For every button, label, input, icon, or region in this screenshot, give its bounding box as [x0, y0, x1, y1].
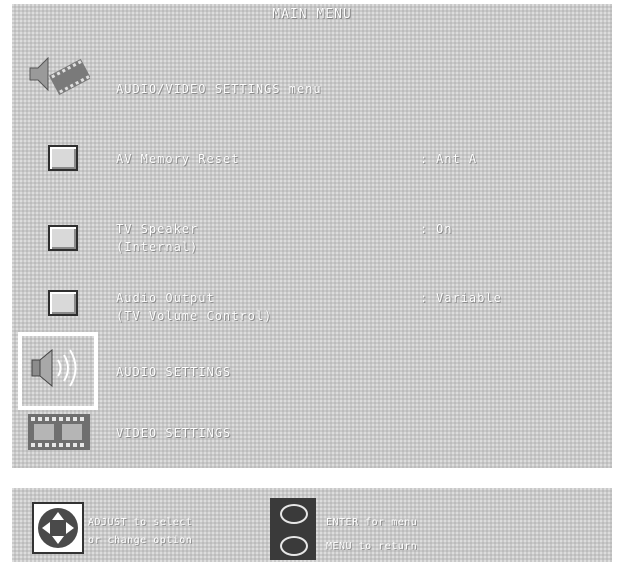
checkbox-icon[interactable] — [48, 290, 78, 316]
enter-button-icon — [280, 504, 308, 524]
menu-item-tv-speaker[interactable]: TV Speaker — [116, 220, 198, 238]
menu-button-icon — [280, 536, 308, 556]
menu-title: MAIN MENU — [272, 7, 352, 22]
checkbox-icon[interactable] — [48, 145, 78, 171]
menu-item-audio-settings[interactable]: AUDIO SETTINGS — [116, 363, 231, 381]
adjust-hint-line2: or change option — [88, 535, 193, 546]
remote-buttons-icon — [270, 498, 316, 560]
audio-output-sublabel: (TV Volume Control) — [116, 309, 273, 323]
navigation-pad-icon — [32, 502, 84, 558]
menu-item-audio-video-settings[interactable]: AUDIO/VIDEO SETTINGS menu — [116, 80, 322, 98]
menu-item-video-settings[interactable]: VIDEO SETTINGS — [116, 424, 231, 442]
av-memory-reset-value: Ant A — [436, 152, 478, 166]
adjust-hint: ADJUST to select — [88, 517, 193, 528]
speaker-icon[interactable] — [26, 342, 86, 398]
separator: : — [420, 222, 429, 236]
menu-hint: MENU to return — [326, 541, 418, 552]
main-menu-panel: MAIN MENU AUDIO/VIDEO SETTINGS menu AV M… — [12, 4, 612, 468]
separator: : — [420, 291, 429, 305]
audio-output-value: Variable — [436, 291, 502, 305]
film-icon — [26, 410, 92, 458]
checkbox-icon[interactable] — [48, 225, 78, 251]
separator: : — [420, 152, 429, 166]
menu-item-av-memory-reset[interactable]: AV Memory Reset — [116, 150, 239, 168]
tv-speaker-value: On — [436, 222, 453, 236]
audio-video-icon — [26, 52, 92, 100]
menu-item-audio-output[interactable]: Audio Output — [116, 289, 215, 307]
help-bar: ADJUST to select or change option ENTER … — [12, 488, 612, 562]
enter-hint: ENTER for menu — [326, 517, 418, 528]
tv-speaker-sublabel: (Internal) — [116, 240, 199, 254]
